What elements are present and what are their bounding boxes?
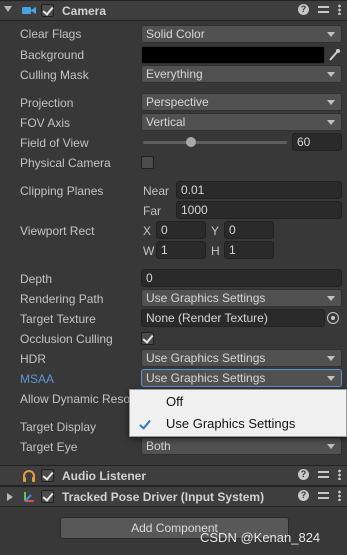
watermark-text: CSDN @Kenan_824 (200, 530, 321, 545)
clipping-planes-label: Clipping Planes (20, 184, 104, 198)
far-label: Far (143, 204, 161, 218)
target-texture-field[interactable]: None (Render Texture) (141, 309, 325, 327)
target-texture-label: Target Texture (20, 312, 96, 326)
more-icon[interactable] (338, 490, 341, 501)
headphones-icon (22, 469, 36, 483)
background-label: Background (20, 48, 85, 62)
hdr-dropdown[interactable]: Use Graphics Settings (141, 349, 342, 367)
tracked-pose-driver-header[interactable]: Tracked Pose Driver (Input System) ? (0, 486, 347, 507)
viewport-y-field[interactable]: 0 (224, 221, 274, 239)
fov-slider-track[interactable] (143, 141, 287, 144)
audio-listener-header[interactable]: Audio Listener ? (0, 465, 347, 486)
tracked-pose-driver-enabled-checkbox[interactable] (41, 490, 54, 503)
field-of-view-label: Field of View (20, 136, 89, 150)
msaa-option-use-graphics-settings[interactable]: Use Graphics Settings (130, 413, 346, 435)
viewport-x-label: X (143, 224, 152, 238)
projection-label: Projection (20, 96, 74, 110)
rendering-path-label: Rendering Path (20, 292, 104, 306)
near-field[interactable]: 0.01 (176, 181, 342, 199)
viewport-x-field[interactable]: 0 (156, 221, 206, 239)
viewport-h-label: H (211, 244, 220, 258)
help-icon[interactable]: ? (298, 4, 309, 15)
fov-value-field[interactable]: 60 (292, 133, 342, 151)
component-title: Audio Listener (62, 468, 147, 483)
fov-axis-label: FOV Axis (20, 116, 71, 130)
fov-axis-dropdown[interactable]: Vertical (141, 113, 342, 131)
fov-slider-handle[interactable] (186, 137, 196, 147)
camera-enabled-checkbox[interactable] (41, 4, 54, 17)
clear-flags-label: Clear Flags (20, 27, 82, 41)
audio-listener-enabled-checkbox[interactable] (41, 469, 54, 482)
presets-icon[interactable] (318, 4, 329, 15)
physical-camera-checkbox[interactable] (141, 156, 154, 169)
camera-component-header[interactable]: Camera ? (0, 0, 347, 21)
physical-camera-label: Physical Camera (20, 156, 111, 170)
object-picker-icon[interactable] (327, 312, 339, 324)
color-picker-icon[interactable] (326, 46, 342, 64)
transform-axes-icon (22, 490, 36, 504)
msaa-dropdown[interactable]: Use Graphics Settings (141, 369, 342, 387)
component-title: Tracked Pose Driver (Input System) (62, 489, 265, 504)
presets-icon[interactable] (318, 469, 329, 480)
occlusion-culling-checkbox[interactable] (141, 332, 154, 345)
msaa-popup-menu: Off Use Graphics Settings (129, 389, 347, 437)
msaa-option-off[interactable]: Off (130, 391, 346, 413)
culling-mask-label: Culling Mask (20, 68, 89, 82)
option-label: Use Graphics Settings (166, 416, 296, 431)
rendering-path-dropdown[interactable]: Use Graphics Settings (141, 289, 342, 307)
help-icon[interactable]: ? (298, 469, 309, 480)
background-color-field[interactable] (141, 46, 325, 64)
target-eye-dropdown[interactable]: Both (141, 437, 342, 455)
target-eye-label: Target Eye (20, 440, 78, 454)
allow-dynamic-resolution-label: Allow Dynamic Reso (20, 392, 131, 406)
target-display-label: Target Display (20, 420, 97, 434)
component-title: Camera (62, 3, 107, 18)
msaa-label: MSAA (20, 372, 55, 386)
help-icon[interactable]: ? (298, 490, 309, 501)
near-label: Near (143, 184, 170, 198)
viewport-w-label: W (143, 244, 155, 258)
culling-mask-dropdown[interactable]: Everything (141, 65, 342, 83)
far-field[interactable]: 1000 (176, 201, 342, 219)
option-label: Off (166, 394, 184, 409)
depth-field[interactable]: 0 (141, 269, 342, 287)
viewport-y-label: Y (211, 224, 220, 238)
viewport-h-field[interactable]: 1 (224, 241, 274, 259)
viewport-rect-label: Viewport Rect (20, 224, 95, 238)
more-icon[interactable] (338, 469, 341, 480)
more-icon[interactable] (338, 4, 341, 15)
camera-icon (22, 5, 36, 16)
projection-dropdown[interactable]: Perspective (141, 93, 342, 111)
presets-icon[interactable] (318, 490, 329, 501)
clear-flags-dropdown[interactable]: Solid Color (141, 25, 342, 43)
viewport-w-field[interactable]: 1 (156, 241, 206, 259)
checkmark-icon (139, 417, 151, 430)
foldout-collapsed-icon[interactable] (7, 493, 13, 501)
foldout-expanded-icon[interactable] (4, 6, 12, 12)
occlusion-culling-label: Occlusion Culling (20, 332, 113, 346)
hdr-label: HDR (20, 352, 46, 366)
depth-label: Depth (20, 272, 53, 286)
